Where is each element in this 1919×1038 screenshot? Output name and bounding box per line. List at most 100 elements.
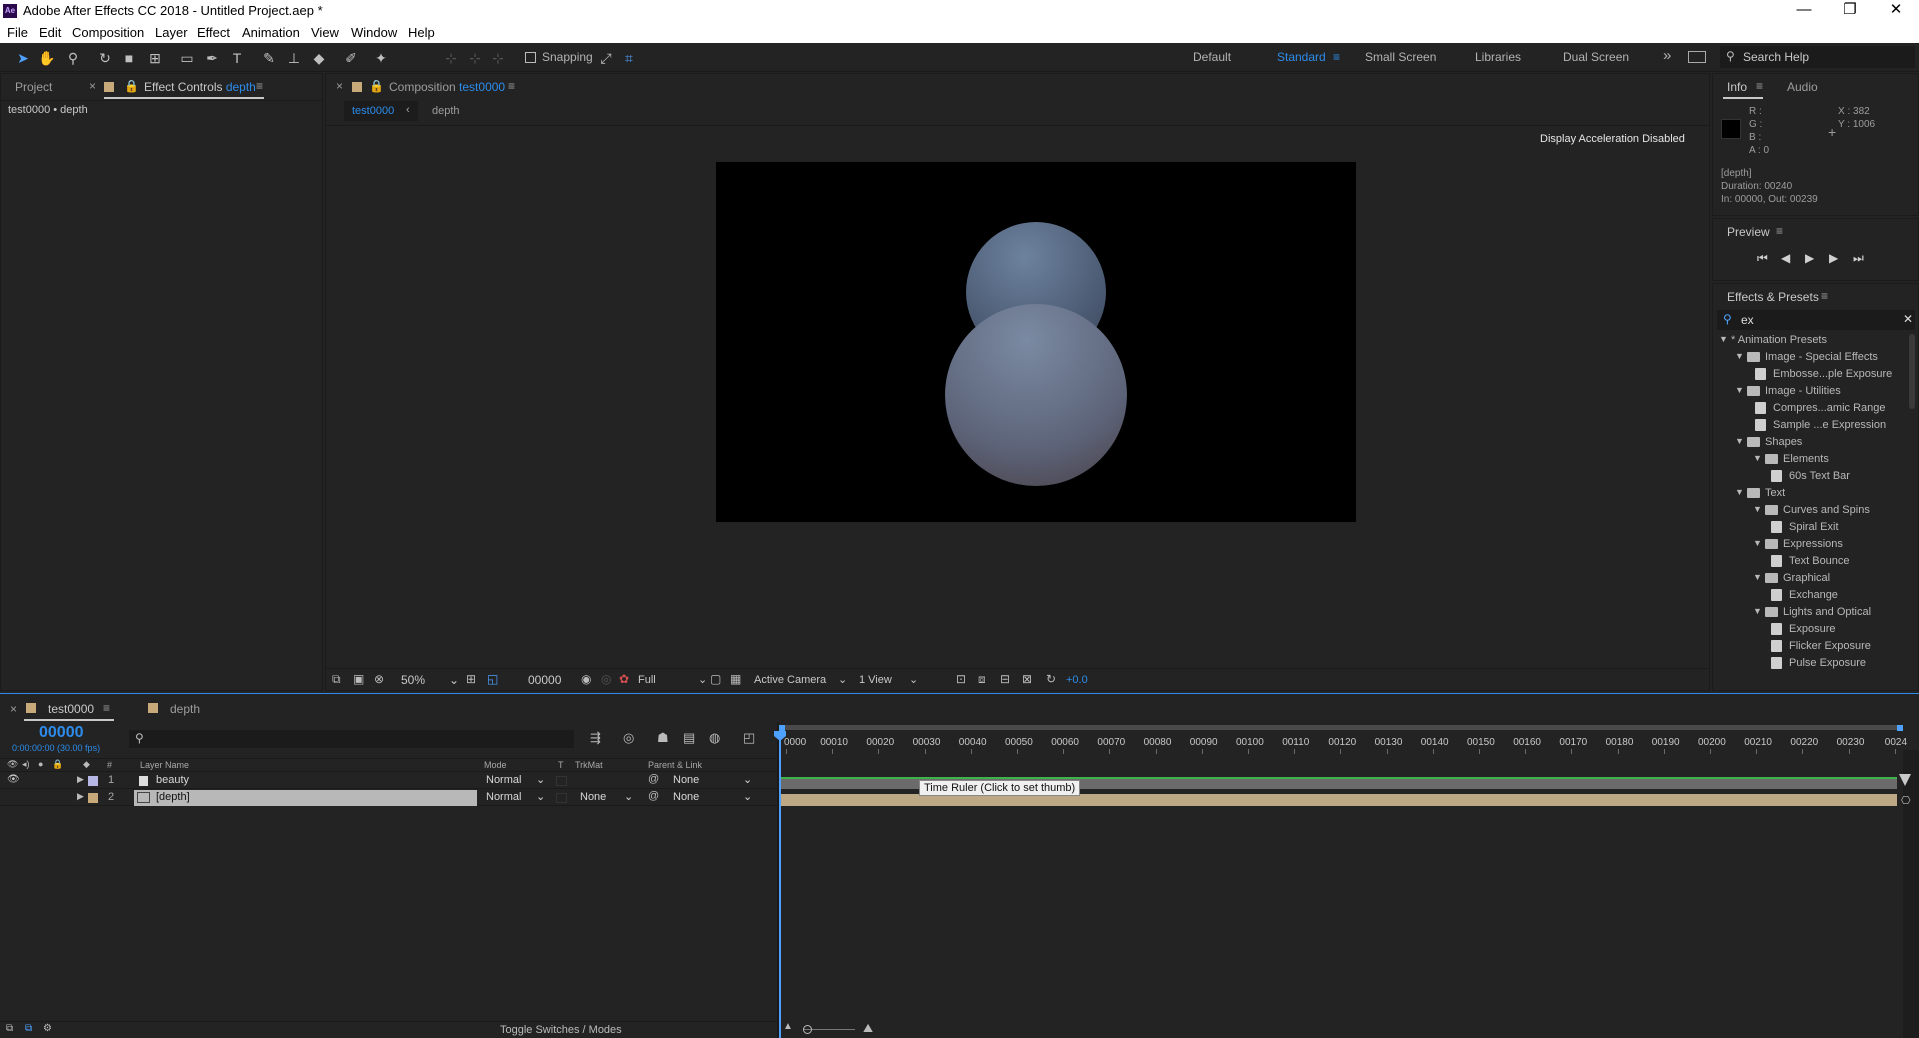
close-tab-icon[interactable]: × — [89, 79, 96, 93]
workspace-menu-icon[interactable]: ≡ — [1333, 50, 1340, 64]
layer-row[interactable]: 👁 ▶ 1 beauty Normal ⌄ @ None ⌄ — [0, 773, 777, 789]
region-icon[interactable]: ◱ — [487, 672, 498, 686]
col-layer-name[interactable]: Layer Name — [140, 760, 189, 770]
menu-view[interactable]: View — [311, 25, 339, 40]
expand-triangle-icon[interactable]: ▼ — [1735, 487, 1744, 497]
menu-animation[interactable]: Animation — [242, 25, 300, 40]
maximize-button[interactable]: ❐ — [1827, 0, 1873, 22]
comp-mini-flowchart-icon[interactable]: ⇶ — [590, 730, 601, 746]
menu-edit[interactable]: Edit — [39, 25, 61, 40]
menu-window[interactable]: Window — [351, 25, 397, 40]
preset-item[interactable]: Pulse Exposure — [1713, 655, 1907, 672]
preset-item[interactable]: Sample ...e Expression — [1713, 417, 1907, 434]
panel-menu-icon[interactable]: ≡ — [1821, 289, 1828, 303]
selection-tool-icon[interactable]: ➤ — [14, 49, 32, 67]
preserve-transparency-box[interactable] — [556, 776, 567, 786]
camera-tool-icon[interactable]: ■ — [120, 49, 138, 67]
preset-item[interactable]: Exposure — [1713, 621, 1907, 638]
expand-triangle-icon[interactable]: ▼ — [1719, 334, 1728, 344]
panel-menu-icon[interactable]: ≡ — [508, 79, 515, 93]
mask-view-icon[interactable]: ⊗ — [374, 672, 384, 686]
tab-composition[interactable]: Composition test0000 — [389, 80, 505, 94]
preset-item[interactable]: Text Bounce — [1713, 553, 1907, 570]
layer-name[interactable]: beauty — [156, 774, 189, 786]
preset-folder[interactable]: ▼ Curves and Spins — [1713, 502, 1907, 519]
preset-folder[interactable]: ▼ * Animation Presets — [1713, 332, 1907, 349]
col-t[interactable]: T — [558, 760, 564, 770]
eraser-tool-icon[interactable]: ◆ — [310, 49, 328, 67]
previous-frame-icon[interactable]: ◀ — [1781, 251, 1790, 265]
first-frame-icon[interactable]: ⏮ — [1757, 251, 1768, 266]
menu-effect[interactable]: Effect — [197, 25, 230, 40]
eye-icon[interactable]: 👁 — [7, 759, 18, 770]
expand-triangle-icon[interactable]: ▶ — [77, 774, 84, 785]
parent-dropdown[interactable]: None ⌄ — [673, 774, 755, 786]
audio-icon[interactable]: ◂) — [22, 759, 30, 770]
snap-feature-icon[interactable]: ⌗ — [620, 49, 638, 67]
panel-menu-icon[interactable]: ≡ — [1776, 224, 1783, 238]
exposure-value[interactable]: +0.0 — [1066, 674, 1088, 686]
timeline-icon[interactable]: ⊟ — [1000, 672, 1010, 686]
minimize-button[interactable]: — — [1781, 0, 1827, 22]
tab-project[interactable]: Project — [15, 80, 52, 94]
roto-brush-tool-icon[interactable]: ✐ — [342, 49, 360, 67]
label-icon[interactable]: ◆ — [83, 759, 90, 770]
lock-icon[interactable]: 🔒 — [52, 759, 63, 770]
reset-exposure-icon[interactable]: ↻ — [1046, 672, 1056, 686]
zoom-tool-icon[interactable]: ⚲ — [64, 49, 82, 67]
panel-layout-icon[interactable] — [1688, 51, 1706, 63]
mode-dropdown[interactable]: Normal ⌄ — [486, 774, 548, 786]
zoom-out-icon[interactable]: ▲ — [783, 1021, 793, 1032]
expand-triangle-icon[interactable]: ▼ — [1753, 538, 1762, 548]
layer-color-label[interactable] — [88, 776, 98, 786]
expand-triangle-icon[interactable]: ▼ — [1753, 453, 1762, 463]
shy-icon[interactable]: ☗ — [657, 730, 669, 746]
flowchart-icon[interactable]: ⊠ — [1022, 672, 1032, 686]
brush-tool-icon[interactable]: ✎ — [260, 49, 278, 67]
workspace-libraries[interactable]: Libraries — [1475, 50, 1521, 64]
graph-editor-icon[interactable]: ◰ — [743, 730, 755, 746]
solo-icon[interactable]: ● — [38, 759, 43, 769]
workspace-dual-screen[interactable]: Dual Screen — [1563, 50, 1629, 64]
preset-item[interactable]: Flicker Exposure — [1713, 638, 1907, 655]
panel-menu-icon[interactable]: ≡ — [1756, 79, 1763, 93]
preset-item[interactable]: Exchange — [1713, 587, 1907, 604]
lock-icon[interactable]: 🔒 — [369, 79, 384, 93]
preset-item[interactable]: 60s Text Bar — [1713, 468, 1907, 485]
layer-row[interactable]: ▶ 2 [depth] Normal ⌄ None ⌄ @ None ⌄ — [0, 790, 777, 806]
panel-menu-icon[interactable]: ≡ — [103, 701, 110, 715]
workspace-overflow-icon[interactable]: » — [1663, 47, 1671, 64]
rectangle-tool-icon[interactable]: ▭ — [178, 49, 196, 67]
preset-folder[interactable]: ▼ Text — [1713, 485, 1907, 502]
comp-viewer[interactable] — [716, 162, 1356, 522]
workspace-default[interactable]: Default — [1193, 50, 1231, 64]
expand-triangle-icon[interactable]: ▶ — [77, 791, 84, 802]
type-tool-icon[interactable]: T — [228, 49, 246, 67]
col-num[interactable]: # — [107, 760, 112, 770]
zoom-dropdown[interactable]: 50% ⌄ — [401, 673, 459, 688]
preset-folder[interactable]: ▼ Elements — [1713, 451, 1907, 468]
col-trkmat[interactable]: TrkMat — [575, 760, 603, 770]
pickwhip-icon[interactable]: @ — [648, 790, 659, 802]
close-tab-icon[interactable]: × — [336, 79, 343, 93]
puppet-tool-icon[interactable]: ✦ — [372, 49, 390, 67]
tab-timeline-active[interactable]: test0000 — [48, 702, 94, 716]
comp-timecode[interactable]: 00000 — [528, 673, 561, 687]
work-area-start-handle[interactable] — [779, 725, 785, 731]
snap-option-icon[interactable]: ⤢ — [597, 49, 615, 67]
views-dropdown[interactable]: 1 View ⌄ — [859, 674, 919, 686]
tab-timeline-other[interactable]: depth — [170, 702, 200, 716]
expand-triangle-icon[interactable]: ▼ — [1753, 504, 1762, 514]
menu-help[interactable]: Help — [408, 25, 435, 40]
close-tab-icon[interactable]: × — [10, 702, 17, 716]
expand-triangle-icon[interactable]: ▼ — [1735, 351, 1744, 361]
preset-folder[interactable]: ▼ Expressions — [1713, 536, 1907, 553]
close-button[interactable]: ✕ — [1873, 0, 1919, 22]
motion-blur-icon[interactable]: ◍ — [709, 730, 720, 746]
snapping-checkbox[interactable] — [525, 52, 536, 63]
always-preview-icon[interactable]: ⧉ — [332, 672, 341, 687]
rotate-tool-icon[interactable]: ↻ — [96, 49, 114, 67]
scrollbar[interactable] — [1909, 334, 1915, 409]
preset-folder[interactable]: ▼ Lights and Optical — [1713, 604, 1907, 621]
layer-switches-icon[interactable]: ⧉ — [6, 1023, 13, 1034]
